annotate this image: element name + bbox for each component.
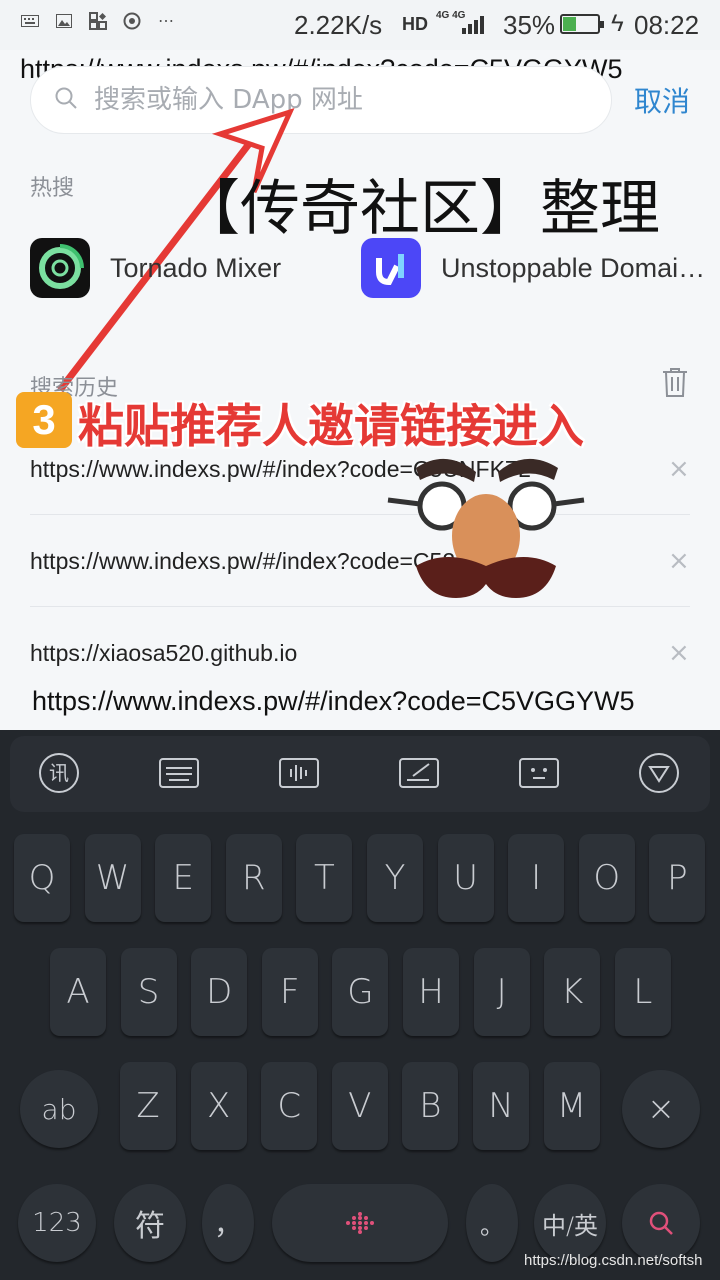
key-d[interactable]: D bbox=[191, 948, 248, 1036]
key-s[interactable]: S bbox=[120, 948, 177, 1036]
unstoppable-logo-icon bbox=[361, 238, 421, 298]
history-item[interactable]: https://xiaosa520.github.io × bbox=[0, 632, 720, 678]
divider bbox=[30, 514, 690, 515]
period-key[interactable]: 。 bbox=[466, 1184, 518, 1262]
battery-percent: 35% bbox=[503, 10, 556, 40]
watermark: https://blog.csdn.net/softsh bbox=[524, 1252, 703, 1269]
step-instruction: 粘贴推荐人邀请链接进入 bbox=[78, 399, 584, 453]
search-icon bbox=[649, 1211, 673, 1235]
search-key[interactable] bbox=[622, 1184, 700, 1262]
cancel-button[interactable]: 取消 bbox=[634, 80, 690, 120]
handwrite-icon[interactable] bbox=[396, 750, 442, 796]
history-item[interactable]: https://www.indexs.pw/#/index?code=C528P… bbox=[0, 540, 720, 586]
divider bbox=[30, 606, 690, 607]
status-bar: ⋯ 2.22K/s HD 4G 4G 35% ϟ 08:22 bbox=[0, 0, 720, 50]
history-url: https://xiaosa520.github.io bbox=[30, 640, 298, 666]
key-l[interactable]: L bbox=[614, 948, 671, 1036]
key-row-1: QWERTYUIOP bbox=[0, 834, 720, 924]
number-key[interactable]: 123 bbox=[18, 1184, 96, 1262]
history-item[interactable]: https://www.indexs.pw/#/index?code=C5UNF… bbox=[0, 448, 720, 494]
key-r[interactable]: R bbox=[225, 834, 282, 922]
keyboard-status-icon bbox=[20, 12, 40, 30]
remove-icon[interactable]: × bbox=[668, 454, 690, 484]
key-g[interactable]: G bbox=[332, 948, 389, 1036]
trash-icon[interactable] bbox=[660, 366, 690, 398]
key-q[interactable]: Q bbox=[14, 834, 70, 922]
key-o[interactable]: O bbox=[578, 834, 635, 922]
key-h[interactable]: H bbox=[403, 948, 459, 1036]
language-switch-key[interactable]: 中/英 bbox=[534, 1184, 606, 1262]
space-logo-icon bbox=[346, 1212, 374, 1234]
symbol-key[interactable]: 符 bbox=[114, 1184, 186, 1262]
hot-section-title: 热搜 bbox=[30, 176, 75, 201]
hot-app-unstoppable[interactable]: Unstoppable Domai… bbox=[361, 238, 711, 298]
key-t[interactable]: T bbox=[296, 834, 353, 922]
remove-icon[interactable]: × bbox=[668, 638, 690, 668]
space-key[interactable] bbox=[272, 1184, 448, 1262]
keyboard-toolbar bbox=[10, 736, 710, 812]
key-c[interactable]: C bbox=[261, 1062, 318, 1150]
hot-app-tornado[interactable]: Tornado Mixer bbox=[30, 238, 330, 298]
hot-app-name: Tornado Mixer bbox=[110, 253, 282, 283]
overlay-url-bottom: https://www.indexs.pw/#/index?code=C5VGG… bbox=[32, 686, 635, 716]
key-a[interactable]: A bbox=[50, 948, 106, 1036]
battery-icon bbox=[560, 14, 604, 34]
key-u[interactable]: U bbox=[437, 834, 494, 922]
key-x[interactable]: X bbox=[190, 1062, 247, 1150]
key-row-3: ZXCVBNM bbox=[0, 1062, 720, 1152]
hot-app-name: Unstoppable Domai… bbox=[441, 253, 706, 283]
logo-icon[interactable]: 讯 bbox=[36, 750, 82, 796]
more-status-icon: ⋯ bbox=[158, 13, 174, 30]
collapse-icon[interactable] bbox=[636, 750, 682, 796]
logo-char: 讯 bbox=[49, 761, 69, 785]
keyboard-icon[interactable] bbox=[156, 750, 202, 796]
signal-icon bbox=[462, 14, 484, 34]
keyboard: 讯 QWERTYUIOP ASDFGHJKL ZXCVBNM ab × 123 … bbox=[0, 730, 720, 1280]
key-w[interactable]: W bbox=[84, 834, 141, 922]
key-j[interactable]: J bbox=[473, 948, 530, 1036]
key-y[interactable]: Y bbox=[367, 834, 423, 922]
clock: 08:22 bbox=[634, 10, 700, 40]
key-z[interactable]: Z bbox=[120, 1062, 176, 1150]
key-k[interactable]: K bbox=[544, 948, 601, 1036]
emoji-icon[interactable] bbox=[516, 750, 562, 796]
key-e[interactable]: E bbox=[155, 834, 212, 922]
battery-fill bbox=[563, 17, 576, 31]
key-n[interactable]: N bbox=[473, 1062, 529, 1150]
voice-icon[interactable] bbox=[276, 750, 322, 796]
status-icons-left: ⋯ bbox=[20, 12, 176, 30]
key-b[interactable]: B bbox=[402, 1062, 459, 1150]
key-v[interactable]: V bbox=[331, 1062, 388, 1150]
remove-icon[interactable]: × bbox=[668, 546, 690, 576]
tornado-logo-icon bbox=[30, 238, 90, 298]
headline-overlay: 【传奇社区】整理 bbox=[180, 174, 660, 244]
delete-key[interactable]: × bbox=[622, 1070, 700, 1148]
network-speed: 2.22K/s bbox=[294, 10, 383, 40]
comma-key[interactable]: ， bbox=[202, 1184, 254, 1262]
apps-status-icon bbox=[88, 12, 108, 30]
key-m[interactable]: M bbox=[543, 1062, 600, 1150]
shift-key[interactable]: ab bbox=[20, 1070, 98, 1148]
charging-icon: ϟ bbox=[611, 10, 624, 37]
key-row-2: ASDFGHJKL bbox=[0, 948, 720, 1038]
location-status-icon bbox=[122, 12, 142, 30]
key-f[interactable]: F bbox=[261, 948, 318, 1036]
disguise-sticker-icon bbox=[387, 458, 585, 598]
gallery-status-icon bbox=[54, 12, 74, 30]
hd-indicator: HD bbox=[402, 14, 428, 34]
step-badge: 3 bbox=[16, 392, 72, 448]
key-i[interactable]: I bbox=[508, 834, 565, 922]
key-p[interactable]: P bbox=[649, 834, 706, 922]
